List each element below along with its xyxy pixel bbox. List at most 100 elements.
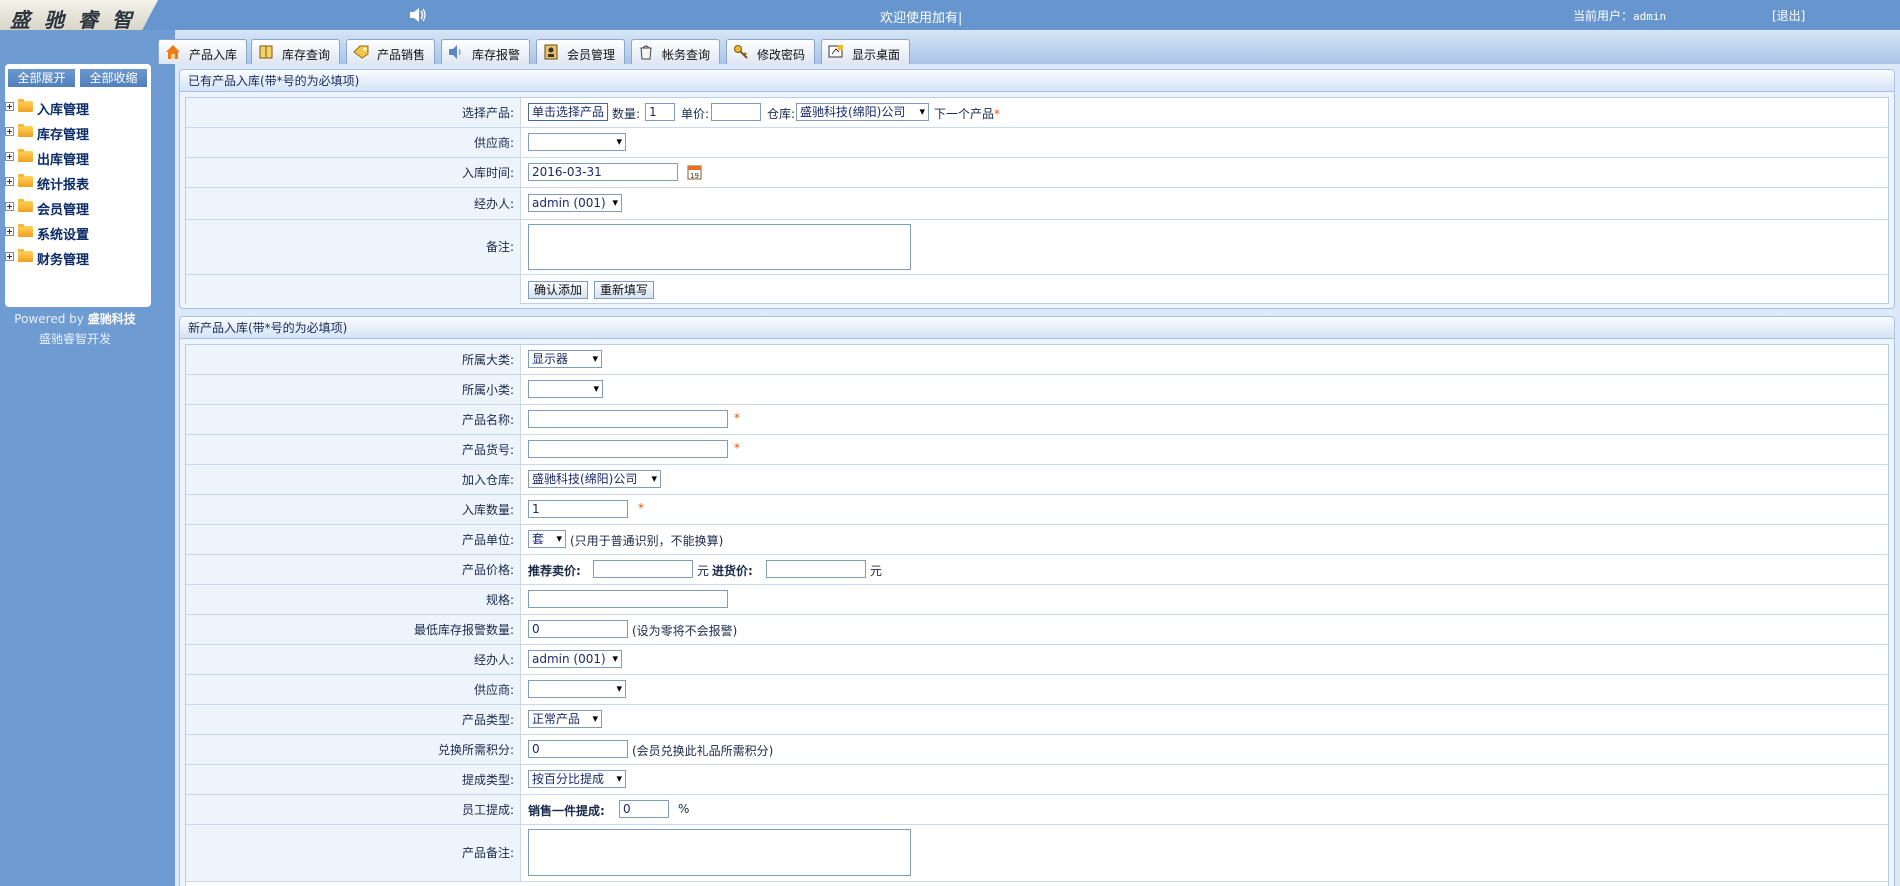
min-stock-input[interactable]: 0: [528, 620, 628, 638]
nav-item-settings[interactable]: 系统设置: [5, 221, 151, 243]
reset-button[interactable]: 重新填写: [594, 281, 655, 299]
product-code-input[interactable]: [528, 440, 728, 458]
currency-unit: 元: [697, 564, 710, 578]
date-input[interactable]: 2016-03-31: [528, 163, 678, 181]
tab-label: 修改密码: [757, 48, 806, 62]
nav-item-inbound[interactable]: 入库管理: [5, 96, 151, 118]
required-star: *: [638, 501, 644, 515]
nav-item-reports[interactable]: 统计报表: [5, 171, 151, 193]
speaker-icon: [410, 8, 426, 22]
tab-label: 显示桌面: [852, 48, 901, 62]
expand-plus-icon[interactable]: [5, 152, 14, 161]
next-product-link[interactable]: 下一个产品*: [934, 105, 1000, 122]
folder-icon: [18, 199, 33, 212]
unit-select[interactable]: 套: [528, 530, 566, 548]
nav-item-label: 统计报表: [37, 178, 90, 193]
sale-price-label: 推荐卖价:: [528, 564, 581, 578]
sale-price-input[interactable]: [593, 560, 693, 578]
confirm-add-button[interactable]: 确认添加: [528, 281, 589, 299]
expand-plus-icon[interactable]: [5, 227, 14, 236]
supplier-select[interactable]: [528, 133, 626, 151]
current-user-label: 当前用户：: [1573, 9, 1634, 23]
form-row-staff-commission: 员工提成: 销售一件提成: 0 %: [186, 795, 1888, 825]
product-remark-textarea[interactable]: [528, 829, 911, 876]
field-label: 兑换所需积分:: [186, 735, 521, 764]
tab-product-sales[interactable]: 产品销售: [346, 39, 435, 64]
field-label: 所属大类:: [186, 345, 521, 374]
cost-price-input[interactable]: [766, 560, 866, 578]
form-row-operator: 经办人: admin (001): [186, 188, 1888, 220]
collapse-all-button[interactable]: 全部收缩: [80, 69, 147, 87]
nav-item-inventory[interactable]: 库存管理: [5, 121, 151, 143]
unit-price-input[interactable]: [711, 103, 761, 121]
empty-label: [186, 275, 521, 304]
logout-link[interactable]: [退出]: [1772, 7, 1805, 24]
field-label: 最低库存报警数量:: [186, 615, 521, 644]
tab-change-password[interactable]: 修改密码: [726, 39, 815, 64]
product-name-input[interactable]: [528, 410, 728, 428]
powered-by: Powered by 盛驰科技: [0, 310, 150, 327]
unit-price-label: 单价:: [681, 107, 710, 121]
folder-icon: [18, 174, 33, 187]
field-label: 提成类型:: [186, 765, 521, 794]
folder-icon: [18, 149, 33, 162]
form-row-unit: 产品单位: 套 (只用于普通识别，不能换算): [186, 525, 1888, 555]
next-product-text: 下一个产品: [934, 107, 995, 121]
category-select[interactable]: 显示器: [528, 350, 602, 368]
required-star: *: [994, 107, 1001, 121]
new-form-rows: 所属大类: 显示器 所属小类: 产品名称: * 产品货号: *: [185, 344, 1889, 886]
form-row-commission-type: 提成类型: 按百分比提成: [186, 765, 1888, 795]
per-item-input[interactable]: 0: [619, 800, 669, 818]
expand-plus-icon[interactable]: [5, 252, 14, 261]
form-row-supplier: 供应商:: [186, 675, 1888, 705]
bucket-icon: [640, 45, 652, 60]
points-input[interactable]: 0: [528, 740, 628, 758]
tab-show-desktop[interactable]: 显示桌面: [821, 39, 910, 64]
field-label: 产品价格:: [186, 555, 521, 584]
nav-item-outbound[interactable]: 出库管理: [5, 146, 151, 168]
expand-all-button[interactable]: 全部展开: [8, 69, 75, 87]
tab-label: 产品销售: [377, 48, 426, 62]
form-row-warehouse: 加入仓库: 盛驰科技(绵阳)公司: [186, 465, 1888, 495]
key-icon: [734, 45, 748, 59]
panel-title: 新产品入库(带*号的为必填项): [180, 317, 1894, 339]
tab-member-management[interactable]: 会员管理: [536, 39, 625, 64]
spec-input[interactable]: [528, 590, 728, 608]
expand-plus-icon[interactable]: [5, 127, 14, 136]
expand-plus-icon[interactable]: [5, 177, 14, 186]
form-row-spec: 规格:: [186, 585, 1888, 615]
expand-plus-icon[interactable]: [5, 102, 14, 111]
operator-select[interactable]: admin (001): [528, 650, 622, 668]
select-product-button[interactable]: 单击选择产品: [528, 103, 609, 121]
unit-note: (只用于普通识别，不能换算): [570, 534, 724, 548]
nav-item-finance[interactable]: 财务管理: [5, 246, 151, 268]
operator-select[interactable]: admin (001): [528, 194, 622, 212]
tab-product-inbound[interactable]: 产品入库: [158, 39, 247, 64]
nav-item-members[interactable]: 会员管理: [5, 196, 151, 218]
field-label: 产品类型:: [186, 705, 521, 734]
warehouse-select[interactable]: 盛驰科技(绵阳)公司: [796, 103, 929, 121]
quantity-input[interactable]: 1: [528, 500, 628, 518]
warehouse-select[interactable]: 盛驰科技(绵阳)公司: [528, 470, 661, 488]
field-label: 加入仓库:: [186, 465, 521, 494]
tab-stock-query[interactable]: 库存查询: [251, 39, 340, 64]
commission-type-select[interactable]: 按百分比提成: [528, 770, 626, 788]
field-label: 备注:: [186, 220, 521, 274]
form-row-category: 所属大类: 显示器: [186, 345, 1888, 375]
remark-textarea[interactable]: [528, 224, 911, 270]
form-row-product-name: 产品名称: *: [186, 405, 1888, 435]
quantity-input[interactable]: 1: [645, 103, 675, 121]
cost-price-label: 进货价:: [712, 564, 753, 578]
form-row-product: 选择产品: 单击选择产品 数量: 1 单价: 仓库: 盛驰科技(绵阳)公司 下一…: [186, 98, 1888, 128]
calendar-icon[interactable]: 19: [687, 164, 702, 180]
subcategory-select[interactable]: [528, 380, 603, 398]
tab-label: 库存报警: [472, 48, 521, 62]
product-type-select[interactable]: 正常产品: [528, 710, 602, 728]
tab-stock-alert[interactable]: 库存报警: [441, 39, 530, 64]
supplier-select[interactable]: [528, 680, 626, 698]
field-label: 经办人:: [186, 188, 521, 219]
folder-icon: [18, 249, 33, 262]
folder-icon: [18, 99, 33, 112]
tab-account-query[interactable]: 帐务查询: [631, 39, 720, 64]
expand-plus-icon[interactable]: [5, 202, 14, 211]
